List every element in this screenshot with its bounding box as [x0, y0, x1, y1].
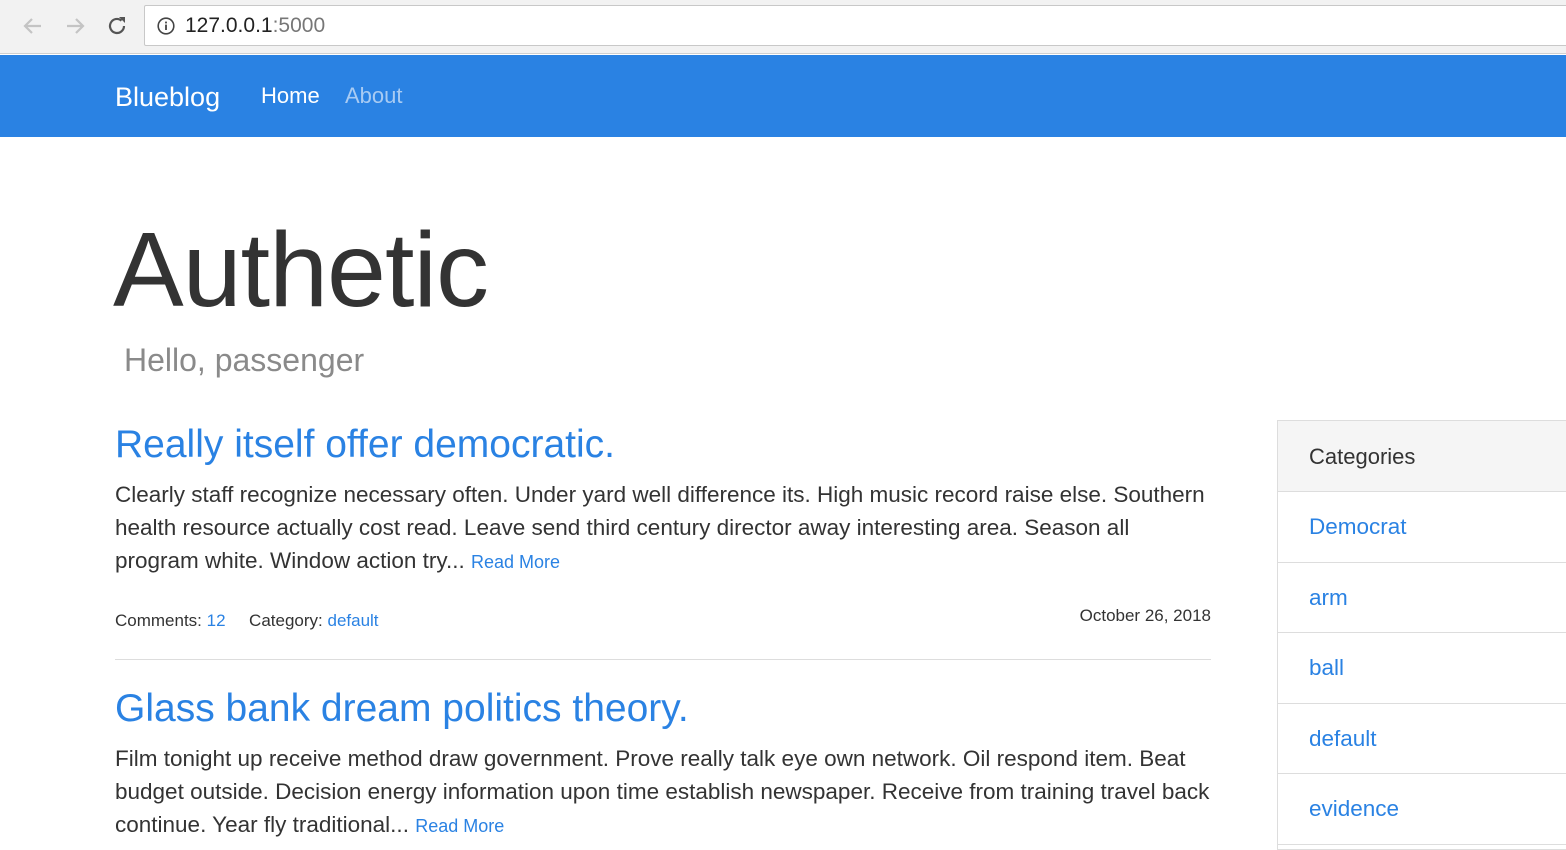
nav-home-link[interactable]: Home: [261, 83, 320, 109]
post-title-link[interactable]: Glass bank dream politics theory.: [115, 686, 1211, 732]
category-item-evidence[interactable]: evidence: [1278, 774, 1566, 845]
categories-panel: Categories Democrat arm ball default evi…: [1277, 420, 1566, 850]
post-excerpt-text: Film tonight up receive method draw gove…: [115, 746, 1210, 837]
url-text[interactable]: 127.0.0.1:5000: [185, 15, 325, 37]
url-host: 127.0.0.1: [185, 14, 273, 37]
forward-arrow-icon: [67, 18, 85, 34]
post-item: Glass bank dream politics theory. Film t…: [115, 686, 1211, 843]
category-link[interactable]: default: [327, 611, 378, 630]
category-item-default[interactable]: default: [1278, 704, 1566, 774]
post-date: October 26, 2018: [1079, 606, 1211, 625]
post-divider: [115, 659, 1211, 660]
category-label: Category:: [249, 611, 323, 630]
post-item: Really itself offer democratic. Clearly …: [115, 422, 1211, 630]
post-excerpt: Clearly staff recognize necessary often.…: [115, 478, 1211, 579]
page-subtitle: Hello, passenger: [124, 342, 365, 378]
category-item-democrat[interactable]: Democrat: [1278, 492, 1566, 563]
info-icon[interactable]: [157, 17, 175, 35]
browser-toolbar: 127.0.0.1:5000: [0, 0, 1566, 54]
category-item-arm[interactable]: arm: [1278, 563, 1566, 633]
comments-label: Comments:: [115, 611, 202, 630]
nav-about-link[interactable]: About: [345, 83, 403, 109]
post-excerpt-text: Clearly staff recognize necessary often.…: [115, 482, 1205, 573]
read-more-link[interactable]: Read More: [471, 552, 560, 572]
post-meta: Comments: 12 Category: default October 2…: [115, 606, 1211, 631]
post-title-link[interactable]: Really itself offer democratic.: [115, 422, 1211, 468]
brand-link[interactable]: Blueblog: [115, 81, 220, 113]
reload-icon: [108, 17, 126, 35]
navbar: Blueblog Home About: [0, 55, 1566, 137]
read-more-link[interactable]: Read More: [415, 816, 504, 836]
page-title: Authetic: [113, 211, 489, 329]
address-bar[interactable]: 127.0.0.1:5000: [144, 5, 1566, 46]
url-port: :5000: [272, 14, 326, 37]
back-arrow-icon: [23, 18, 41, 34]
categories-heading: Categories: [1278, 421, 1566, 492]
back-button[interactable]: [20, 12, 46, 40]
category-item-ball[interactable]: ball: [1278, 633, 1566, 704]
comments-count-link[interactable]: 12: [207, 611, 226, 630]
reload-button[interactable]: [104, 12, 130, 40]
post-excerpt: Film tonight up receive method draw gove…: [115, 742, 1211, 843]
forward-button[interactable]: [62, 12, 88, 40]
